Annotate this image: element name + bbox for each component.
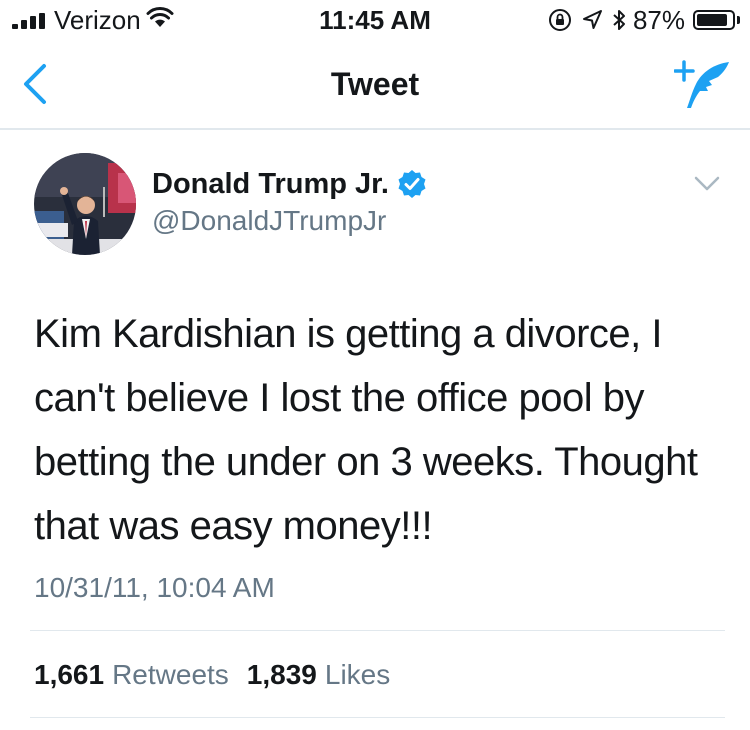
battery-icon [693, 10, 735, 30]
compose-tweet-icon[interactable] [674, 58, 730, 110]
tweet-text: Kim Kardishian is getting a divorce, I c… [34, 312, 698, 548]
verified-badge-icon [398, 170, 426, 198]
likes-label: Likes [324, 659, 391, 690]
retweets-label: Retweets [112, 659, 229, 690]
chevron-down-icon[interactable] [694, 175, 720, 193]
retweets-stat[interactable]: 1,661 Retweets [34, 657, 229, 693]
bluetooth-icon [613, 10, 625, 30]
author-handle[interactable]: @DonaldJTrumpJr [152, 204, 386, 238]
location-icon [582, 10, 602, 29]
retweets-count: 1,661 [34, 659, 105, 690]
status-right-group: 87% [547, 5, 740, 35]
tweet-timestamp: 10/31/11, 10:04 AM [34, 572, 275, 603]
orientation-lock-icon [548, 9, 571, 31]
divider [30, 630, 725, 631]
battery-level-fill [697, 14, 727, 26]
divider [30, 717, 725, 718]
author-avatar[interactable] [34, 153, 136, 255]
likes-stat[interactable]: 1,839 Likes [247, 657, 390, 693]
tweet-stats: 1,661 Retweets 1,839 Likes [34, 657, 408, 693]
author-display-name: Donald Trump Jr. [152, 168, 389, 200]
likes-count: 1,839 [246, 659, 317, 690]
nav-bar: Tweet [0, 40, 750, 130]
page-title: Tweet [330, 66, 420, 102]
battery-percent: 87% [632, 5, 685, 35]
avatar-photo [34, 153, 136, 255]
author-name-row[interactable]: Donald Trump Jr. [152, 166, 427, 202]
battery-tip [737, 16, 740, 24]
status-bar: Verizon 11:45 AM 87% [0, 0, 750, 40]
